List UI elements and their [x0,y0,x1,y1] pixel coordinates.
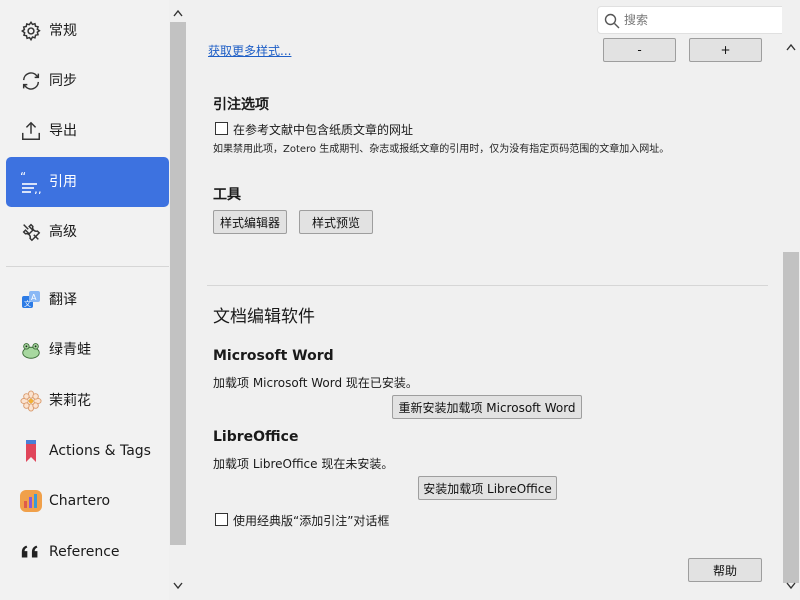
style-preview-button[interactable]: 样式预览 [299,210,373,234]
sidebar-divider [6,266,169,267]
citation-options-title: 引注选项 [213,97,269,113]
sidebar-item-label: 茉莉花 [49,393,91,409]
get-more-styles-link[interactable]: 获取更多样式... [208,42,291,59]
search-icon [604,13,620,29]
export-icon [19,119,43,143]
svg-text:A: A [31,293,37,302]
jasmine-icon [19,389,43,413]
sidebar-item-export[interactable]: 导出 [6,106,169,156]
sidebar-item-label: Actions & Tags [49,443,151,459]
tools-icon [19,220,43,244]
reinstall-word-addin-button[interactable]: 重新安装加载项 Microsoft Word [392,395,582,419]
sidebar-item-jasmine[interactable]: 茉莉花 [6,376,169,426]
gear-icon [19,19,43,43]
svg-text:“: “ [20,170,26,184]
word-title: Microsoft Word [213,348,334,364]
include-urls-checkbox[interactable] [215,122,228,135]
sidebar: 常规 同步 导出 “ ,, 引用 高级 A 文 翻译 绿青蛙 茉莉花 Actio… [0,0,187,600]
frog-icon [19,338,43,362]
quote-icon: “ ,, [19,170,43,194]
include-urls-hint: 如果禁用此项，Zotero 生成期刊、杂志或报纸文章的引用时，仅为没有指定页码范… [213,144,670,155]
sidebar-item-label: Chartero [49,493,111,509]
add-style-button[interactable]: + [689,38,762,62]
svg-text:文: 文 [24,299,31,308]
sidebar-item-label: Reference [49,544,120,560]
classic-dialog-checkbox[interactable] [215,513,228,526]
tools-title: 工具 [213,187,241,203]
sidebar-item-label: 同步 [49,73,77,89]
style-editor-button[interactable]: 样式编辑器 [213,210,287,234]
libreoffice-title: LibreOffice [213,429,299,445]
classic-dialog-label: 使用经典版“添加引注”对话框 [233,514,390,528]
sidebar-item-green-frog[interactable]: 绿青蛙 [6,325,169,375]
chevron-down-icon[interactable] [782,577,800,595]
search-input[interactable] [624,10,774,30]
search-box[interactable] [597,6,787,34]
main-panel [187,0,800,600]
sidebar-item-sync[interactable]: 同步 [6,56,169,106]
include-urls-label: 在参考文献中包含纸质文章的网址 [233,123,414,137]
sidebar-item-chartero[interactable]: Chartero [6,476,169,526]
remove-style-button[interactable]: - [603,38,676,62]
sync-icon [19,69,43,93]
chart-icon [19,489,43,513]
sidebar-item-label: 翻译 [49,292,77,308]
sidebar-item-label: 高级 [49,224,77,240]
sidebar-item-cite[interactable]: “ ,, 引用 [6,157,169,207]
help-button[interactable]: 帮助 [688,558,762,582]
chevron-up-icon[interactable] [169,4,187,22]
sidebar-item-general[interactable]: 常规 [6,6,169,56]
sidebar-item-actions-tags[interactable]: Actions & Tags [6,426,169,476]
sidebar-item-label: 常规 [49,23,77,39]
install-libreoffice-addin-button[interactable]: 安装加载项 LibreOffice [418,476,557,500]
sidebar-item-reference[interactable]: Reference [6,527,169,577]
chevron-down-icon[interactable] [169,577,187,595]
bookmark-icon [19,439,43,463]
word-status: 加载项 Microsoft Word 现在已安装。 [213,376,418,390]
section-divider [207,285,768,286]
sidebar-item-translate[interactable]: A 文 翻译 [6,275,169,325]
sidebar-item-label: 引用 [49,174,77,190]
sidebar-item-advanced[interactable]: 高级 [6,207,169,257]
libreoffice-status: 加载项 LibreOffice 现在未安装。 [213,457,394,471]
word-processors-title: 文档编辑软件 [213,307,315,327]
main-scrollbar-thumb[interactable] [783,252,799,583]
chevron-up-icon[interactable] [782,38,800,56]
quote-marks-icon [19,540,43,564]
sidebar-scrollbar-thumb[interactable] [170,22,186,545]
sidebar-item-label: 绿青蛙 [49,342,91,358]
translate-icon: A 文 [19,288,43,312]
sidebar-item-label: 导出 [49,123,77,139]
svg-text:,,: ,, [34,182,42,194]
